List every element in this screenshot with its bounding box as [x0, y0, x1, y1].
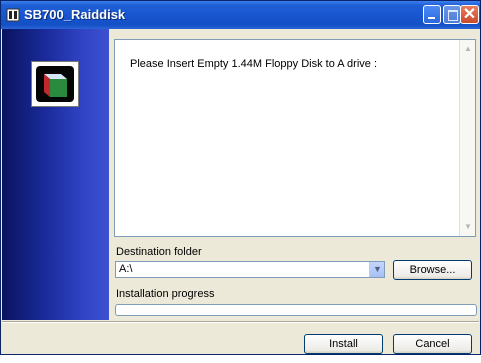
destination-folder-value: A:\ — [119, 263, 133, 275]
chevron-down-icon: ▼ — [373, 264, 382, 274]
destination-folder-select[interactable]: A:\ ▼ — [115, 261, 385, 278]
installation-progress-bar — [115, 304, 477, 316]
scroll-down-icon[interactable]: ▼ — [462, 220, 474, 234]
installation-progress-label: Installation progress — [116, 288, 215, 300]
cube-icon — [44, 74, 67, 97]
installer-icon — [6, 8, 20, 22]
minimize-button[interactable] — [423, 5, 441, 24]
logo — [31, 61, 79, 107]
install-button[interactable]: Install — [304, 334, 383, 354]
title-bar[interactable]: SB700_Raiddisk ✕ — [1, 1, 480, 29]
close-button[interactable]: ✕ — [460, 5, 479, 24]
window-title: SB700_Raiddisk — [24, 7, 126, 22]
installer-window: SB700_Raiddisk ✕ Please Insert Empty 1.4… — [0, 0, 481, 355]
maximize-button[interactable] — [443, 5, 461, 24]
vertical-scrollbar[interactable]: ▲ ▼ — [459, 40, 475, 236]
separator — [2, 321, 479, 323]
message-panel: Please Insert Empty 1.44M Floppy Disk to… — [114, 39, 476, 237]
instruction-text: Please Insert Empty 1.44M Floppy Disk to… — [130, 58, 377, 70]
scroll-up-icon[interactable]: ▲ — [462, 42, 474, 56]
close-icon: ✕ — [462, 6, 477, 23]
sidebar-banner — [2, 29, 109, 320]
dropdown-button[interactable]: ▼ — [369, 262, 384, 277]
browse-button[interactable]: Browse... — [393, 260, 472, 280]
cancel-button[interactable]: Cancel — [393, 334, 472, 354]
destination-folder-label: Destination folder — [116, 246, 202, 258]
